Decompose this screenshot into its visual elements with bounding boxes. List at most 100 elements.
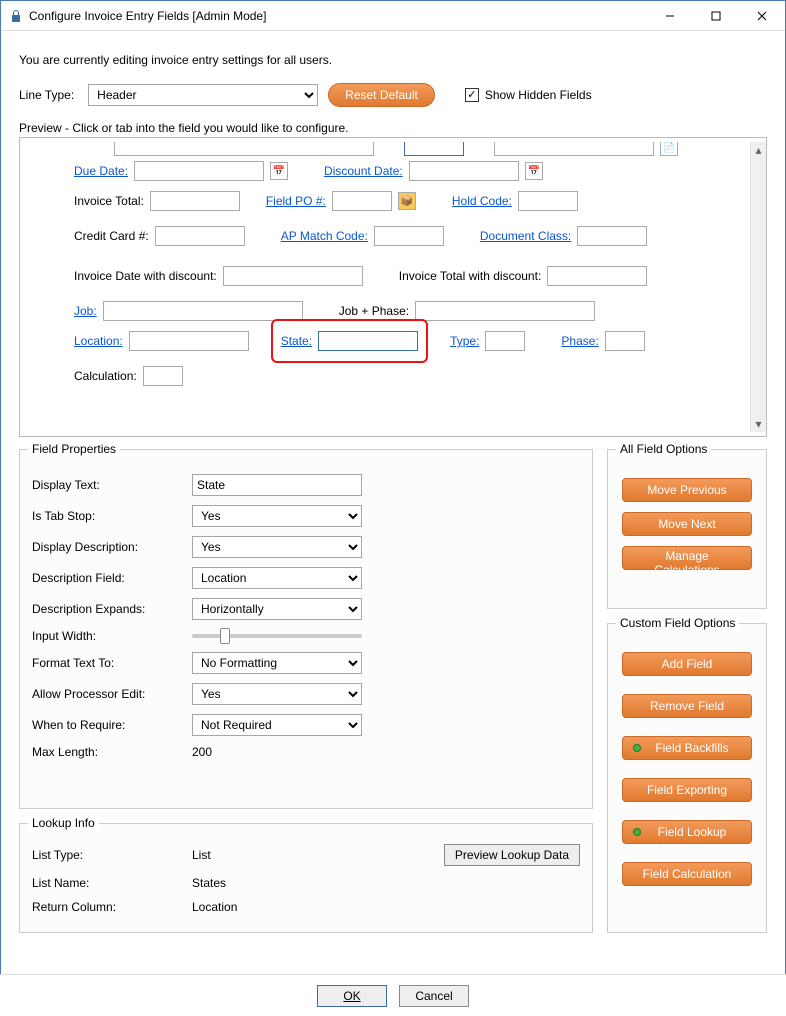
field-calculation-button[interactable]: Field Calculation <box>622 862 752 886</box>
remove-field-button[interactable]: Remove Field <box>622 694 752 718</box>
lock-icon <box>9 9 23 23</box>
format-select[interactable]: No Formatting <box>192 652 362 674</box>
package-icon[interactable]: 📦 <box>398 192 416 210</box>
move-next-button[interactable]: Move Next <box>622 512 752 536</box>
manage-calculations-button[interactable]: Manage Calculations <box>622 546 752 570</box>
field-backfills-button[interactable]: Field Backfills <box>622 736 752 760</box>
max-length-value: 200 <box>192 745 372 759</box>
hold-code-input[interactable] <box>518 191 578 211</box>
tab-stop-select[interactable]: Yes <box>192 505 362 527</box>
inv-total-disc-label: Invoice Total with discount: <box>399 269 542 283</box>
list-name-label: List Name: <box>32 876 192 890</box>
field-exporting-button[interactable]: Field Exporting <box>622 778 752 802</box>
window-title: Configure Invoice Entry Fields [Admin Mo… <box>29 9 647 23</box>
tab-stop-label: Is Tab Stop: <box>32 509 192 523</box>
type-input[interactable] <box>485 331 525 351</box>
preview-lookup-button[interactable]: Preview Lookup Data <box>444 844 580 866</box>
phase-input[interactable] <box>605 331 645 351</box>
all-field-options-title: All Field Options <box>616 442 711 456</box>
title-bar: Configure Invoice Entry Fields [Admin Mo… <box>1 1 785 31</box>
state-input[interactable] <box>318 331 418 351</box>
field-po-link[interactable]: Field PO #: <box>266 194 326 208</box>
cancel-button[interactable]: Cancel <box>399 985 469 1007</box>
lookup-info-group: Lookup Info List Type: List Preview Look… <box>19 823 593 933</box>
line-type-select[interactable]: Header <box>88 84 318 106</box>
desc-expands-select[interactable]: Horizontally <box>192 598 362 620</box>
desc-field-label: Description Field: <box>32 571 192 585</box>
preview-scrollbar[interactable]: ▴ ▾ <box>750 142 766 432</box>
discount-date-link[interactable]: Discount Date: <box>324 164 403 178</box>
scroll-up-icon[interactable]: ▴ <box>751 142 767 158</box>
display-desc-select[interactable]: Yes <box>192 536 362 558</box>
invoice-total-input[interactable] <box>150 191 240 211</box>
calendar-icon[interactable]: 📄 <box>660 142 678 156</box>
list-name-value: States <box>192 876 420 890</box>
invoice-total-label: Invoice Total: <box>74 194 144 208</box>
type-link[interactable]: Type: <box>450 334 479 348</box>
phase-link[interactable]: Phase: <box>561 334 598 348</box>
calculation-input[interactable] <box>143 366 183 386</box>
field-lookup-button[interactable]: Field Lookup <box>622 820 752 844</box>
scroll-down-icon[interactable]: ▾ <box>751 416 767 432</box>
when-require-select[interactable]: Not Required <box>192 714 362 736</box>
desc-field-select[interactable]: Location <box>192 567 362 589</box>
maximize-button[interactable] <box>693 1 739 31</box>
checkbox-icon: ✓ <box>465 88 479 102</box>
calendar-icon[interactable]: 📅 <box>525 162 543 180</box>
allow-edit-select[interactable]: Yes <box>192 683 362 705</box>
calendar-icon[interactable]: 📅 <box>270 162 288 180</box>
line-type-label: Line Type: <box>19 88 74 102</box>
calculation-label: Calculation: <box>74 369 137 383</box>
state-highlight: State: <box>271 319 428 363</box>
dialog-footer: OK Cancel <box>0 974 786 1016</box>
show-hidden-label: Show Hidden Fields <box>485 88 592 102</box>
max-length-label: Max Length: <box>32 745 192 759</box>
show-hidden-checkbox[interactable]: ✓ Show Hidden Fields <box>465 88 592 102</box>
custom-field-options-group: Custom Field Options Add Field Remove Fi… <box>607 623 767 933</box>
desc-expands-label: Description Expands: <box>32 602 192 616</box>
location-input[interactable] <box>129 331 249 351</box>
preview-heading: Preview - Click or tab into the field yo… <box>19 121 767 135</box>
list-type-label: List Type: <box>32 848 192 862</box>
subtitle-text: You are currently editing invoice entry … <box>19 53 767 67</box>
input-width-label: Input Width: <box>32 629 192 643</box>
inv-total-disc-input[interactable] <box>547 266 647 286</box>
inv-date-disc-input[interactable] <box>223 266 363 286</box>
custom-field-options-title: Custom Field Options <box>616 616 739 630</box>
ok-button[interactable]: OK <box>317 985 387 1007</box>
format-label: Format Text To: <box>32 656 192 670</box>
due-date-link[interactable]: Due Date: <box>74 164 128 178</box>
discount-date-input[interactable] <box>409 161 519 181</box>
hold-code-link[interactable]: Hold Code: <box>452 194 512 208</box>
credit-card-input[interactable] <box>155 226 245 246</box>
job-phase-input[interactable] <box>415 301 595 321</box>
field-po-input[interactable] <box>332 191 392 211</box>
due-date-input[interactable] <box>134 161 264 181</box>
return-col-value: Location <box>192 900 420 914</box>
reset-default-button[interactable]: Reset Default <box>328 83 435 107</box>
document-class-link[interactable]: Document Class: <box>480 229 571 243</box>
location-link[interactable]: Location: <box>74 334 123 348</box>
display-text-input[interactable] <box>192 474 362 496</box>
when-require-label: When to Require: <box>32 718 192 732</box>
allow-edit-label: Allow Processor Edit: <box>32 687 192 701</box>
display-desc-label: Display Description: <box>32 540 192 554</box>
display-text-label: Display Text: <box>32 478 192 492</box>
state-link[interactable]: State: <box>281 334 312 348</box>
add-field-button[interactable]: Add Field <box>622 652 752 676</box>
ap-match-link[interactable]: AP Match Code: <box>281 229 368 243</box>
list-type-value: List <box>192 848 420 862</box>
preview-panel: 📄 Due Date: 📅 Discount Date: 📅 Invoice T… <box>19 137 767 437</box>
ap-match-input[interactable] <box>374 226 444 246</box>
job-link[interactable]: Job: <box>74 304 97 318</box>
job-input[interactable] <box>103 301 303 321</box>
minimize-button[interactable] <box>647 1 693 31</box>
field-properties-group: Field Properties Display Text: Is Tab St… <box>19 449 593 809</box>
document-class-input[interactable] <box>577 226 647 246</box>
close-button[interactable] <box>739 1 785 31</box>
job-phase-label: Job + Phase: <box>339 304 409 318</box>
move-previous-button[interactable]: Move Previous <box>622 478 752 502</box>
lookup-info-title: Lookup Info <box>28 816 99 830</box>
inv-date-disc-label: Invoice Date with discount: <box>74 269 217 283</box>
input-width-slider[interactable] <box>192 634 362 638</box>
